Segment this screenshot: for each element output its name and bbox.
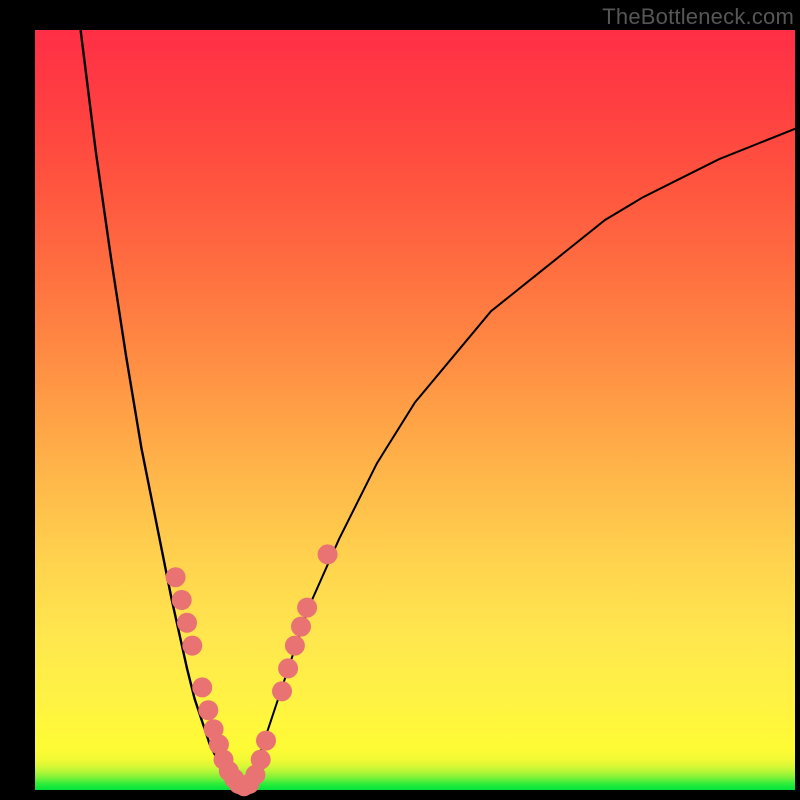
watermark-text: TheBottleneck.com: [602, 4, 794, 30]
curve-right-arm: [240, 129, 795, 790]
data-markers: [166, 544, 338, 796]
data-marker: [166, 567, 186, 587]
data-marker: [256, 731, 276, 751]
data-marker: [285, 636, 305, 656]
data-marker: [278, 658, 298, 678]
data-marker: [251, 750, 271, 770]
curve-layer: [35, 30, 795, 790]
data-marker: [172, 590, 192, 610]
data-marker: [182, 636, 202, 656]
data-marker: [198, 700, 218, 720]
data-marker: [318, 544, 338, 564]
curve-left-arm: [81, 30, 241, 790]
data-marker: [297, 598, 317, 618]
data-marker: [291, 617, 311, 637]
data-marker: [272, 681, 292, 701]
chart-frame: TheBottleneck.com: [0, 0, 800, 800]
data-marker: [192, 677, 212, 697]
plot-area: [35, 30, 795, 790]
data-marker: [177, 613, 197, 633]
